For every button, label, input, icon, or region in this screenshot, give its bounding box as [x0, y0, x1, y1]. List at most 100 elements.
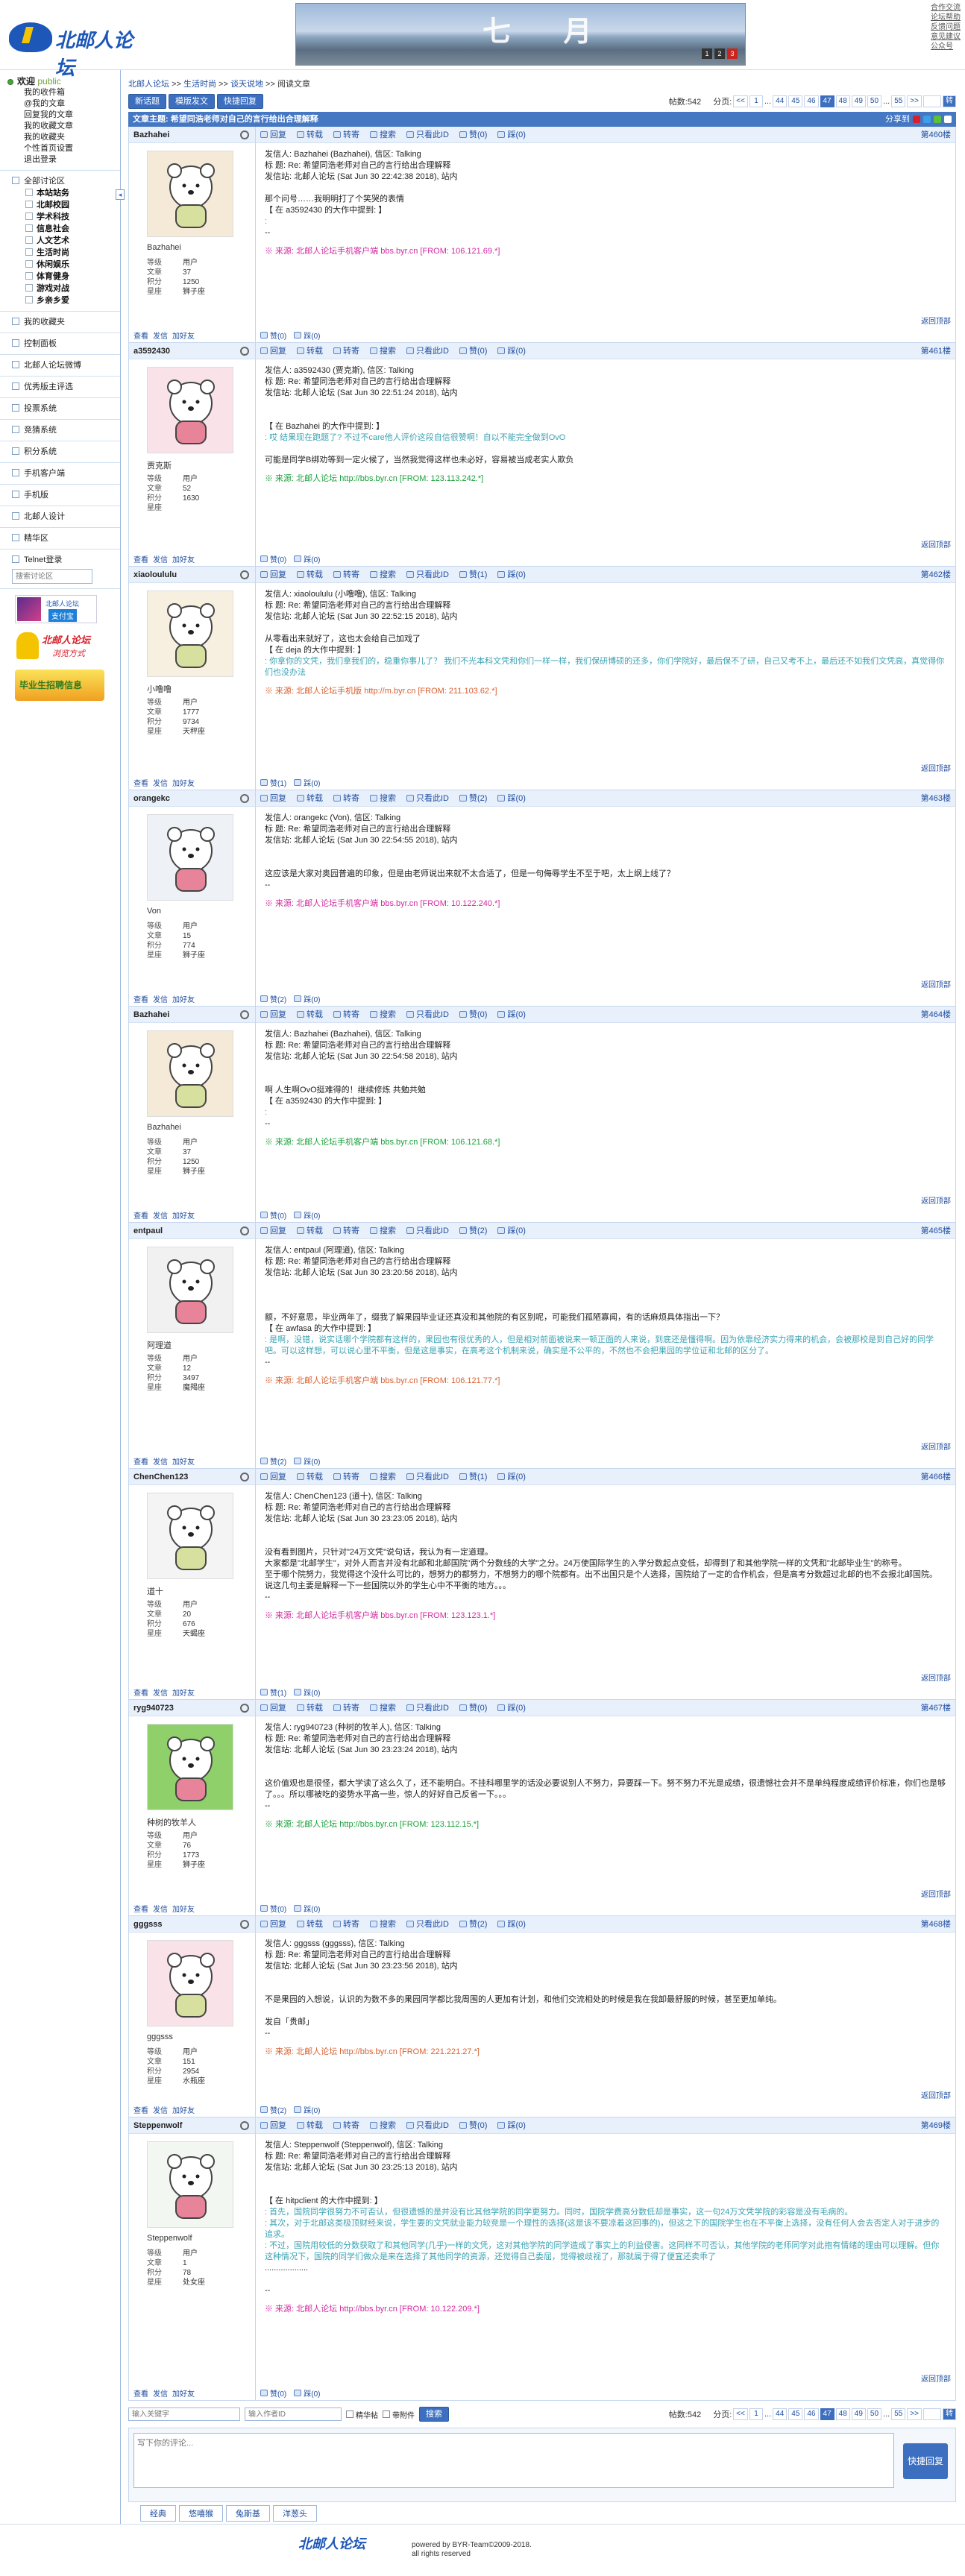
- board-item[interactable]: 学术科技: [7, 211, 120, 223]
- sidebar-section[interactable]: 控制面板: [7, 338, 120, 350]
- board-item[interactable]: 人文艺术: [7, 235, 120, 247]
- floor-number[interactable]: 第465楼: [921, 1223, 955, 1238]
- dislike-button[interactable]: 踩(0): [294, 2387, 320, 2399]
- back-to-top-link[interactable]: 返回顶部: [921, 978, 951, 989]
- page-link[interactable]: 50: [867, 95, 882, 107]
- only-author-button[interactable]: 只看此ID: [406, 1916, 449, 1932]
- top-link[interactable]: 反馈问题: [931, 22, 961, 32]
- sidebar-section[interactable]: 竞猜系统: [7, 424, 120, 436]
- view-profile-button[interactable]: 查看: [133, 2387, 148, 2399]
- floor-number[interactable]: 第460楼: [921, 127, 955, 142]
- dislike-button[interactable]: 踩(0): [294, 330, 320, 341]
- add-friend-button[interactable]: 加好友: [172, 2387, 195, 2399]
- like-button[interactable]: 赞(1): [260, 1687, 286, 1698]
- quick-reply-button[interactable]: 快捷回复: [217, 94, 263, 109]
- only-author-button[interactable]: 只看此ID: [406, 790, 449, 806]
- add-friend-button[interactable]: 加好友: [172, 777, 195, 788]
- post-search-button[interactable]: 搜索: [370, 343, 396, 359]
- post-search-button[interactable]: 搜索: [370, 127, 396, 142]
- repost-button[interactable]: 转寄: [333, 1916, 359, 1932]
- page-link[interactable]: 50: [867, 2408, 882, 2420]
- reply-button[interactable]: 回复: [260, 790, 286, 806]
- post-source[interactable]: ※ 来源: 北邮人论坛 http://bbs.byr.cn [FROM: 123…: [265, 1819, 946, 1830]
- sidebar-section[interactable]: 投票系统: [7, 403, 120, 415]
- forward-button[interactable]: 转载: [297, 343, 323, 359]
- forward-button[interactable]: 转载: [297, 2117, 323, 2133]
- back-to-top-link[interactable]: 返回顶部: [921, 762, 951, 773]
- like-button[interactable]: 赞(0): [260, 1903, 286, 1914]
- attachment-checkbox[interactable]: 带附件: [383, 2409, 415, 2420]
- banner-dot[interactable]: 1: [702, 48, 712, 59]
- go-button[interactable]: 转: [943, 95, 956, 107]
- emoji-tab[interactable]: 经典: [140, 2505, 176, 2522]
- dislike-button[interactable]: 踩(0): [294, 2104, 320, 2115]
- post-source[interactable]: ※ 来源: 北邮人论坛 http://bbs.byr.cn [FROM: 123…: [265, 473, 946, 485]
- wechat-icon[interactable]: [934, 116, 941, 123]
- page-input[interactable]: [923, 2408, 941, 2420]
- dislike-button[interactable]: 踩(0): [497, 1916, 526, 1932]
- sidebar-section[interactable]: 手机客户端: [7, 467, 120, 479]
- reply-button[interactable]: 回复: [260, 1469, 286, 1484]
- like-button[interactable]: 赞(0): [260, 1209, 286, 1221]
- reply-button[interactable]: 回复: [260, 343, 286, 359]
- author-name[interactable]: Steppenwolf: [129, 2117, 255, 2134]
- post-source[interactable]: ※ 来源: 北邮人论坛手机客户端 bbs.byr.cn [FROM: 106.1…: [265, 1376, 946, 1387]
- like-button[interactable]: 赞(0): [459, 1007, 487, 1022]
- post-source[interactable]: ※ 来源: 北邮人论坛手机客户端 bbs.byr.cn [FROM: 123.1…: [265, 1610, 946, 1622]
- avatar[interactable]: [147, 1724, 233, 1810]
- go-button[interactable]: 转: [943, 2408, 956, 2420]
- page-link[interactable]: <<: [733, 2408, 748, 2420]
- sidebar-section[interactable]: 积分系统: [7, 446, 120, 458]
- only-author-button[interactable]: 只看此ID: [406, 1007, 449, 1022]
- reply-button[interactable]: 回复: [260, 567, 286, 582]
- sidebar-link[interactable]: 我的收藏文章: [7, 121, 120, 132]
- board-item[interactable]: 休闲娱乐: [7, 259, 120, 271]
- floor-number[interactable]: 第463楼: [921, 790, 955, 806]
- page-link[interactable]: 44: [773, 95, 788, 107]
- board-item[interactable]: 本站站务: [7, 187, 120, 199]
- send-mail-button[interactable]: 发信: [153, 2104, 168, 2115]
- reply-button[interactable]: 回复: [260, 1700, 286, 1716]
- back-to-top-link[interactable]: 返回顶部: [921, 538, 951, 549]
- post-search-button[interactable]: 搜索: [370, 1007, 396, 1022]
- repost-button[interactable]: 转寄: [333, 1223, 359, 1238]
- page-link[interactable]: >>: [907, 2408, 922, 2420]
- forward-button[interactable]: 转载: [297, 1916, 323, 1932]
- only-author-button[interactable]: 只看此ID: [406, 343, 449, 359]
- board-item[interactable]: 生活时尚: [7, 247, 120, 259]
- floor-number[interactable]: 第466楼: [921, 1469, 955, 1484]
- back-to-top-link[interactable]: 返回顶部: [921, 1194, 951, 1206]
- dislike-button[interactable]: 踩(0): [294, 993, 320, 1004]
- top-banner[interactable]: 七 月 1 2 3: [295, 3, 746, 66]
- digest-checkbox[interactable]: 精华帖: [346, 2409, 378, 2420]
- add-friend-button[interactable]: 加好友: [172, 2104, 195, 2115]
- floor-number[interactable]: 第469楼: [921, 2117, 955, 2133]
- repost-button[interactable]: 转寄: [333, 127, 359, 142]
- sidebar-link[interactable]: 回复我的文章: [7, 110, 120, 121]
- page-link[interactable]: >>: [907, 95, 922, 107]
- like-button[interactable]: 赞(0): [459, 343, 487, 359]
- view-profile-button[interactable]: 查看: [133, 1455, 148, 1467]
- author-name[interactable]: ryg940723: [129, 1700, 255, 1716]
- view-profile-button[interactable]: 查看: [133, 1903, 148, 1914]
- post-search-button[interactable]: 搜索: [370, 2117, 396, 2133]
- all-boards[interactable]: 全部讨论区: [7, 175, 120, 187]
- post-source[interactable]: ※ 来源: 北邮人论坛手机客户端 bbs.byr.cn [FROM: 106.1…: [265, 246, 946, 257]
- view-profile-button[interactable]: 查看: [133, 1687, 148, 1698]
- forward-button[interactable]: 转载: [297, 790, 323, 806]
- sidebar-section[interactable]: 北邮人论坛微博: [7, 359, 120, 371]
- forward-button[interactable]: 转载: [297, 1007, 323, 1022]
- page-link[interactable]: 45: [788, 2408, 803, 2420]
- back-to-top-link[interactable]: 返回顶部: [921, 2089, 951, 2100]
- forward-button[interactable]: 转载: [297, 1223, 323, 1238]
- dislike-button[interactable]: 踩(0): [294, 553, 320, 564]
- sidebar-section[interactable]: 精华区: [7, 532, 120, 544]
- page-link[interactable]: 49: [851, 2408, 866, 2420]
- send-mail-button[interactable]: 发信: [153, 1903, 168, 1914]
- like-button[interactable]: 赞(2): [459, 1916, 487, 1932]
- send-mail-button[interactable]: 发信: [153, 1687, 168, 1698]
- post-source[interactable]: ※ 来源: 北邮人论坛 http://bbs.byr.cn [FROM: 10.…: [265, 2304, 946, 2315]
- view-profile-button[interactable]: 查看: [133, 993, 148, 1004]
- add-friend-button[interactable]: 加好友: [172, 1687, 195, 1698]
- like-button[interactable]: 赞(2): [459, 790, 487, 806]
